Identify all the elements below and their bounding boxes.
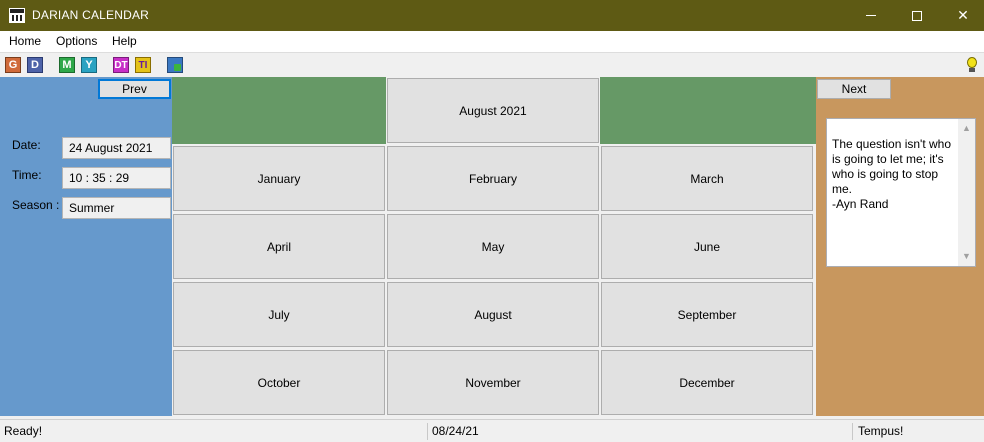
darian-icon[interactable]: D	[27, 57, 43, 73]
prev-button[interactable]: Prev	[98, 79, 171, 99]
month-button-january[interactable]: January	[173, 146, 385, 211]
menu-home[interactable]: Home	[9, 34, 41, 48]
scroll-down-icon[interactable]: ▼	[962, 249, 971, 264]
close-button[interactable]: ✕	[940, 0, 984, 31]
quote-text: The question isn't who is going to let m…	[832, 137, 952, 211]
close-icon: ✕	[957, 7, 969, 23]
date-field[interactable]: 24 August 2021	[62, 137, 171, 159]
maximize-icon	[912, 10, 922, 21]
next-button[interactable]: Next	[817, 79, 891, 99]
window-title: DARIAN CALENDAR	[32, 8, 150, 22]
status-divider	[427, 423, 428, 440]
info-panel	[0, 77, 172, 416]
month-button-july[interactable]: July	[173, 282, 385, 347]
year-icon[interactable]: Y	[81, 57, 97, 73]
status-ready: Ready!	[4, 424, 43, 438]
exit-icon[interactable]	[167, 57, 183, 73]
month-button-september[interactable]: September	[601, 282, 813, 347]
season-field[interactable]: Summer	[62, 197, 171, 219]
month-year-header[interactable]: August 2021	[387, 78, 599, 143]
status-date: 08/24/21	[432, 424, 479, 438]
time-label: Time:	[12, 168, 42, 182]
month-button-december[interactable]: December	[601, 350, 813, 415]
header-band-right	[600, 77, 816, 144]
menu-bar: Home Options Help	[0, 31, 984, 52]
date-label: Date:	[12, 138, 41, 152]
month-button-august[interactable]: August	[387, 282, 599, 347]
gregorian-icon[interactable]: G	[5, 57, 21, 73]
month-button-june[interactable]: June	[601, 214, 813, 279]
quote-textbox[interactable]: The question isn't who is going to let m…	[826, 118, 976, 267]
time-icon[interactable]: TI	[135, 57, 151, 73]
minimize-icon	[866, 15, 876, 16]
title-bar[interactable]: DARIAN CALENDAR ✕	[0, 0, 984, 31]
time-field[interactable]: 10 : 35 : 29	[62, 167, 171, 189]
season-label: Season :	[12, 198, 60, 212]
datetime-icon[interactable]: DT	[113, 57, 129, 73]
quote-scrollbar[interactable]: ▲ ▼	[958, 119, 975, 266]
toolbar: G D M Y DT TI	[0, 52, 984, 76]
app-window: DARIAN CALENDAR ✕ Home Options Help G D …	[0, 0, 984, 442]
month-button-may[interactable]: May	[387, 214, 599, 279]
month-button-march[interactable]: March	[601, 146, 813, 211]
month-button-february[interactable]: February	[387, 146, 599, 211]
calendar-app-icon	[9, 8, 25, 23]
month-button-april[interactable]: April	[173, 214, 385, 279]
menu-options[interactable]: Options	[56, 34, 97, 48]
month-button-october[interactable]: October	[173, 350, 385, 415]
maximize-button[interactable]	[894, 0, 940, 31]
status-bar: Ready! 08/24/21 Tempus!	[0, 419, 984, 442]
minimize-button[interactable]	[848, 0, 894, 31]
header-band-left	[172, 77, 386, 144]
lightbulb-icon[interactable]	[966, 57, 978, 73]
month-button-november[interactable]: November	[387, 350, 599, 415]
status-tempus: Tempus!	[858, 424, 904, 438]
scroll-up-icon[interactable]: ▲	[962, 121, 971, 136]
status-divider	[852, 423, 853, 440]
menu-help[interactable]: Help	[112, 34, 137, 48]
month-icon[interactable]: M	[59, 57, 75, 73]
